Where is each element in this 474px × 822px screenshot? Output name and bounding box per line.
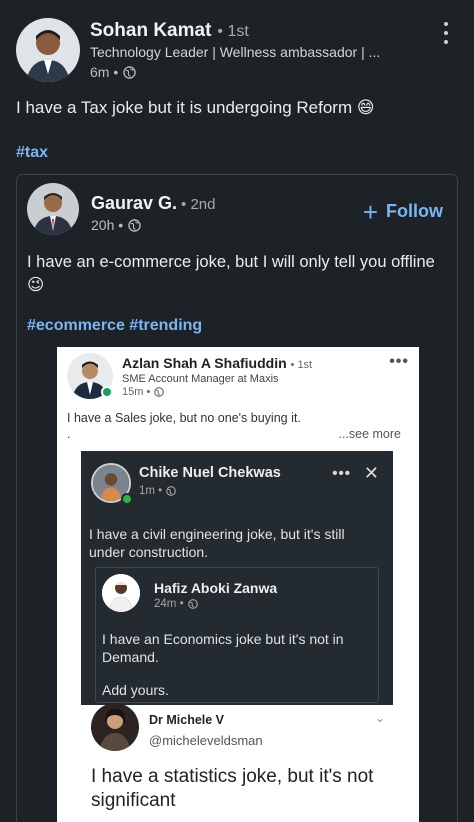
inner-post-text: I have an Economics joke but it's not in… [102,631,344,665]
shared-post-meta: 20h • [91,217,141,233]
close-icon: ✕ [363,463,379,483]
nested-post-meta: 1m • [139,485,177,497]
post-meta: 6m • [90,64,136,80]
nested-dark-post: Chike Nuel Chekwas 1m • ••• ✕ I have a c… [81,451,393,705]
tweet-author-avatar [91,703,139,751]
inner-post-card: Hafiz Aboki Zanwa 24m • I have an Econom… [95,567,379,703]
author-headline: Technology Leader | Wellness ambassador … [90,44,381,60]
author-name[interactable]: Sohan Kamat • 1st [90,20,249,42]
globe-icon [128,218,141,232]
post-image[interactable]: Azlan Shah A Shafiuddin • 1st SME Accoun… [57,347,419,822]
nested-author-name: Chike Nuel Chekwas [139,465,281,481]
nested-post-text: I have a civil engineering joke, but it'… [89,526,345,560]
image-author-headline: SME Account Manager at Maxis [122,373,279,385]
more-options-icon[interactable] [436,22,456,44]
more-options-icon: ••• [332,465,351,482]
globe-icon [187,599,198,609]
post-text: I have a Tax joke but it is undergoing R… [16,98,375,117]
plus-icon: + [362,196,378,227]
image-post-text: I have a Sales joke, but no one's buying… [67,411,301,425]
connection-degree: • 1st [217,23,249,40]
shared-connection-degree: • 2nd [181,196,216,213]
image-post-dot: . [67,427,71,441]
inner-author-name: Hafiz Aboki Zanwa [154,580,278,596]
image-post-meta: 15m • [122,386,165,398]
author-avatar[interactable] [16,18,80,82]
inner-post-meta: 24m • [154,598,198,610]
shared-hashtags[interactable]: #ecommerce #trending [27,317,202,335]
inner-author-avatar [102,574,140,612]
chevron-down-icon: ⌄ [374,711,385,725]
hashtag-tax[interactable]: #tax [16,144,48,162]
shared-post-text: I have an e-commerce joke, but I will on… [27,253,435,294]
globe-icon [154,387,165,397]
online-status-dot [121,493,133,505]
shared-author-avatar[interactable] [27,183,79,235]
shared-post-card[interactable]: Gaurav G. • 2nd 20h • + Follow I have an e… [16,174,458,822]
tweet-text: I have a statistics joke, but it's not s… [91,766,374,811]
globe-icon [123,65,136,79]
more-options-icon: ••• [389,353,409,370]
follow-button[interactable]: + Follow [362,196,443,227]
tweet-author-handle: @micheleveldsman [149,733,263,748]
image-author-name: Azlan Shah A Shafiuddin • 1st [122,355,313,371]
globe-icon [166,486,177,496]
tweet-author-name: Dr Michele V [149,713,225,727]
see-more-link: ...see more [338,427,401,441]
post-time: 6m • [90,64,119,80]
shared-author-name[interactable]: Gaurav G. • 2nd [91,193,216,214]
online-status-dot [101,386,113,398]
add-yours-text: Add yours. [102,682,169,698]
